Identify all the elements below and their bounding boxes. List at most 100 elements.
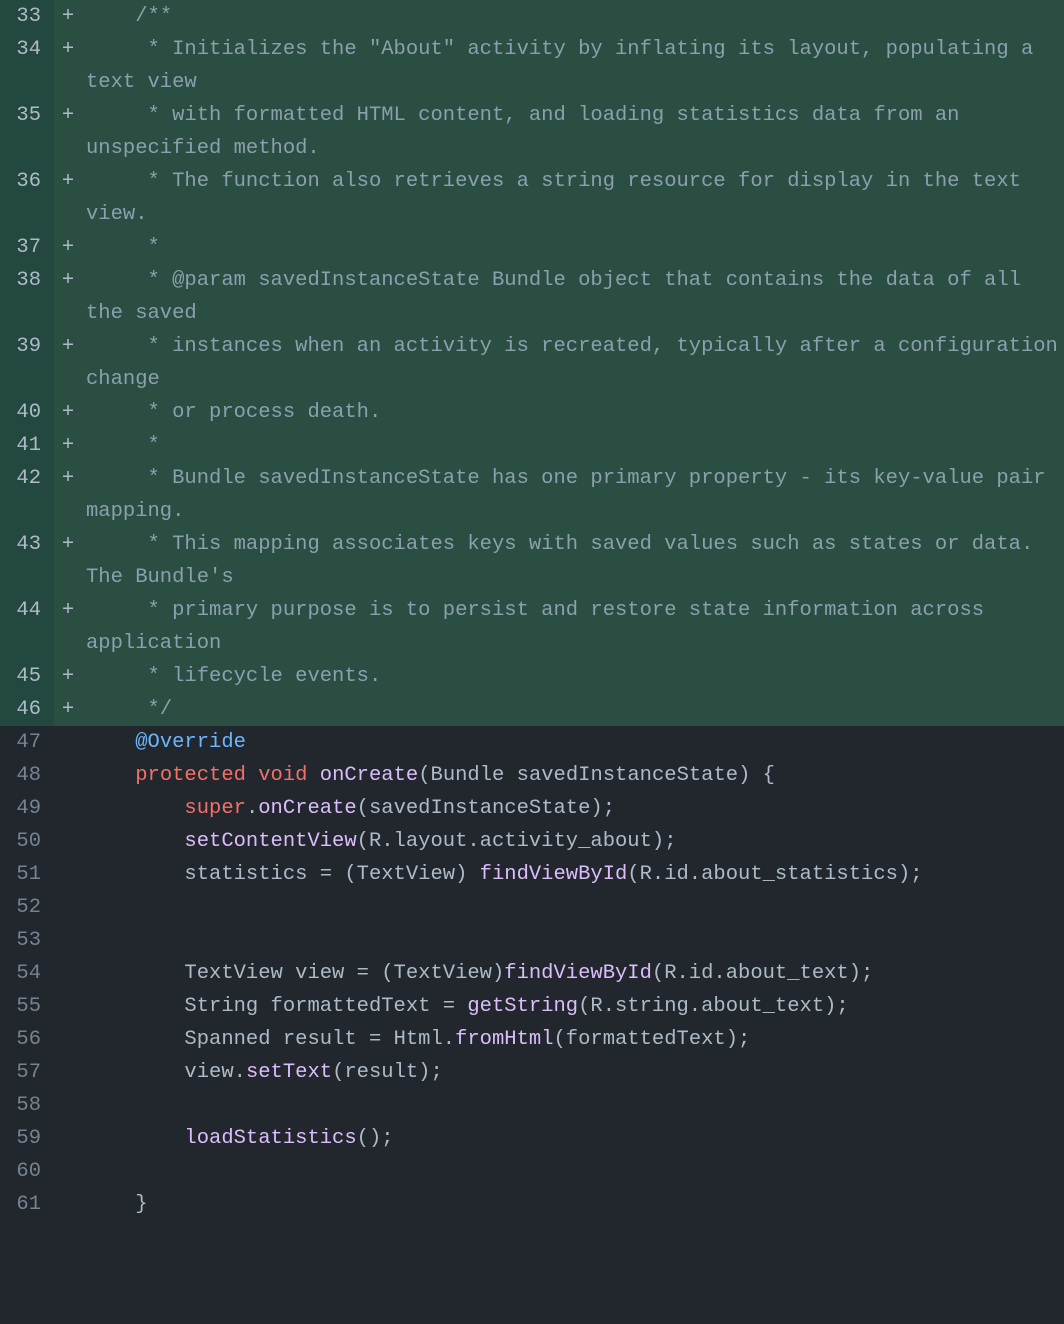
- code-cell[interactable]: view.setText(result);: [82, 1056, 1064, 1089]
- diff-row[interactable]: 38+ * @param savedInstanceState Bundle o…: [0, 264, 1064, 330]
- line-number[interactable]: 60: [0, 1155, 54, 1188]
- line-number[interactable]: 56: [0, 1023, 54, 1056]
- code-cell[interactable]: /**: [82, 0, 1064, 33]
- diff-row[interactable]: 57 view.setText(result);: [0, 1056, 1064, 1089]
- code-cell[interactable]: setContentView(R.layout.activity_about);: [82, 825, 1064, 858]
- diff-row[interactable]: 37+ *: [0, 231, 1064, 264]
- line-number[interactable]: 58: [0, 1089, 54, 1122]
- code-cell[interactable]: * instances when an activity is recreate…: [82, 330, 1064, 396]
- diff-row[interactable]: 36+ * The function also retrieves a stri…: [0, 165, 1064, 231]
- line-number[interactable]: 47: [0, 726, 54, 759]
- diff-row[interactable]: 46+ */: [0, 693, 1064, 726]
- line-number[interactable]: 37: [0, 231, 54, 264]
- diff-table: 33+ /**34+ * Initializes the "About" act…: [0, 0, 1064, 1221]
- line-number[interactable]: 42: [0, 462, 54, 528]
- code-cell[interactable]: * with formatted HTML content, and loadi…: [82, 99, 1064, 165]
- line-number[interactable]: 40: [0, 396, 54, 429]
- code-cell[interactable]: * This mapping associates keys with save…: [82, 528, 1064, 594]
- line-number[interactable]: 51: [0, 858, 54, 891]
- line-number[interactable]: 49: [0, 792, 54, 825]
- diff-sign: +: [54, 330, 82, 396]
- code-cell[interactable]: * primary purpose is to persist and rest…: [82, 594, 1064, 660]
- diff-row[interactable]: 41+ *: [0, 429, 1064, 462]
- code-token: (: [418, 764, 430, 787]
- diff-row[interactable]: 53: [0, 924, 1064, 957]
- code-token: view.: [86, 1061, 246, 1084]
- code-token: super: [184, 797, 246, 820]
- code-cell[interactable]: * The function also retrieves a string r…: [82, 165, 1064, 231]
- line-number[interactable]: 59: [0, 1122, 54, 1155]
- diff-row[interactable]: 42+ * Bundle savedInstanceState has one …: [0, 462, 1064, 528]
- code-cell[interactable]: *: [82, 429, 1064, 462]
- code-token: [307, 764, 319, 787]
- code-cell[interactable]: Spanned result = Html.fromHtml(formatted…: [82, 1023, 1064, 1056]
- line-number[interactable]: 57: [0, 1056, 54, 1089]
- code-cell[interactable]: * Bundle savedInstanceState has one prim…: [82, 462, 1064, 528]
- diff-row[interactable]: 52: [0, 891, 1064, 924]
- code-cell[interactable]: @Override: [82, 726, 1064, 759]
- code-token: getString: [467, 995, 578, 1018]
- code-cell[interactable]: String formattedText = getString(R.strin…: [82, 990, 1064, 1023]
- code-cell[interactable]: */: [82, 693, 1064, 726]
- line-number[interactable]: 43: [0, 528, 54, 594]
- line-number[interactable]: 34: [0, 33, 54, 99]
- line-number[interactable]: 52: [0, 891, 54, 924]
- line-number[interactable]: 36: [0, 165, 54, 231]
- code-cell[interactable]: [82, 924, 1064, 957]
- diff-row[interactable]: 49 super.onCreate(savedInstanceState);: [0, 792, 1064, 825]
- diff-row[interactable]: 59 loadStatistics();: [0, 1122, 1064, 1155]
- code-cell[interactable]: * lifecycle events.: [82, 660, 1064, 693]
- line-number[interactable]: 54: [0, 957, 54, 990]
- code-cell[interactable]: [82, 1089, 1064, 1122]
- code-cell[interactable]: [82, 891, 1064, 924]
- code-cell[interactable]: statistics = (TextView) findViewById(R.i…: [82, 858, 1064, 891]
- code-cell[interactable]: TextView view = (TextView)findViewById(R…: [82, 957, 1064, 990]
- line-number[interactable]: 45: [0, 660, 54, 693]
- diff-row[interactable]: 47 @Override: [0, 726, 1064, 759]
- line-number[interactable]: 61: [0, 1188, 54, 1221]
- diff-row[interactable]: 51 statistics = (TextView) findViewById(…: [0, 858, 1064, 891]
- diff-row[interactable]: 45+ * lifecycle events.: [0, 660, 1064, 693]
- diff-sign: [54, 1188, 82, 1221]
- diff-row[interactable]: 61 }: [0, 1188, 1064, 1221]
- line-number[interactable]: 44: [0, 594, 54, 660]
- diff-row[interactable]: 50 setContentView(R.layout.activity_abou…: [0, 825, 1064, 858]
- diff-row[interactable]: 43+ * This mapping associates keys with …: [0, 528, 1064, 594]
- diff-row[interactable]: 34+ * Initializes the "About" activity b…: [0, 33, 1064, 99]
- code-cell[interactable]: * or process death.: [82, 396, 1064, 429]
- code-cell[interactable]: * @param savedInstanceState Bundle objec…: [82, 264, 1064, 330]
- code-cell[interactable]: * Initializes the "About" activity by in…: [82, 33, 1064, 99]
- line-number[interactable]: 55: [0, 990, 54, 1023]
- diff-row[interactable]: 39+ * instances when an activity is recr…: [0, 330, 1064, 396]
- diff-row[interactable]: 44+ * primary purpose is to persist and …: [0, 594, 1064, 660]
- diff-row[interactable]: 55 String formattedText = getString(R.st…: [0, 990, 1064, 1023]
- diff-row[interactable]: 48 protected void onCreate(Bundle savedI…: [0, 759, 1064, 792]
- diff-row[interactable]: 33+ /**: [0, 0, 1064, 33]
- code-cell[interactable]: *: [82, 231, 1064, 264]
- code-cell[interactable]: super.onCreate(savedInstanceState);: [82, 792, 1064, 825]
- diff-row[interactable]: 54 TextView view = (TextView)findViewByI…: [0, 957, 1064, 990]
- code-token: /**: [86, 5, 172, 28]
- line-number[interactable]: 53: [0, 924, 54, 957]
- diff-row[interactable]: 58: [0, 1089, 1064, 1122]
- diff-row[interactable]: 60: [0, 1155, 1064, 1188]
- line-number[interactable]: 33: [0, 0, 54, 33]
- code-token: fromHtml: [455, 1028, 553, 1051]
- code-token: [86, 962, 184, 985]
- code-cell[interactable]: protected void onCreate(Bundle savedInst…: [82, 759, 1064, 792]
- line-number[interactable]: 41: [0, 429, 54, 462]
- code-cell[interactable]: loadStatistics();: [82, 1122, 1064, 1155]
- line-number[interactable]: 48: [0, 759, 54, 792]
- line-number[interactable]: 46: [0, 693, 54, 726]
- diff-row[interactable]: 40+ * or process death.: [0, 396, 1064, 429]
- code-cell[interactable]: [82, 1155, 1064, 1188]
- code-cell[interactable]: }: [82, 1188, 1064, 1221]
- line-number[interactable]: 39: [0, 330, 54, 396]
- line-number[interactable]: 50: [0, 825, 54, 858]
- diff-sign: [54, 1056, 82, 1089]
- line-number[interactable]: 35: [0, 99, 54, 165]
- line-number[interactable]: 38: [0, 264, 54, 330]
- code-token: * The function also retrieves a string r…: [86, 170, 1033, 226]
- diff-row[interactable]: 56 Spanned result = Html.fromHtml(format…: [0, 1023, 1064, 1056]
- diff-row[interactable]: 35+ * with formatted HTML content, and l…: [0, 99, 1064, 165]
